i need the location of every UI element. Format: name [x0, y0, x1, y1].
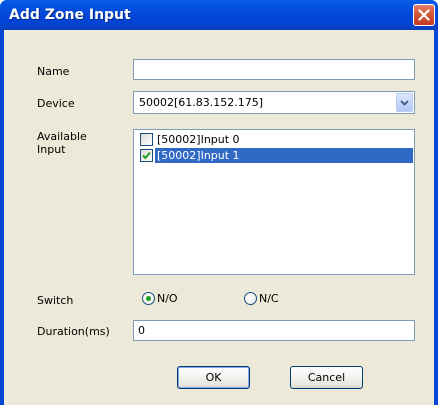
device-dropdown-button[interactable] [396, 93, 413, 112]
device-label: Device [37, 97, 75, 110]
name-input[interactable] [133, 59, 415, 80]
list-item[interactable]: [50002]Input 0 [136, 132, 413, 147]
input-label: [50002]Input 1 [155, 148, 413, 163]
input-checkbox[interactable] [140, 149, 153, 162]
dialog-body: Name Device 50002[61.83.152.175] Availab… [4, 30, 434, 405]
switch-no-radio[interactable] [142, 292, 155, 305]
device-select[interactable]: 50002[61.83.152.175] [133, 91, 415, 114]
device-selected-value: 50002[61.83.152.175] [139, 96, 264, 109]
switch-nc-radio[interactable] [244, 292, 257, 305]
add-zone-input-dialog: Add Zone Input Name Device 50002[61.83.1… [0, 0, 438, 405]
radio-selected-dot [146, 296, 151, 301]
available-input-list[interactable]: [50002]Input 0 [50002]Input 1 [133, 129, 415, 275]
close-icon [418, 9, 430, 21]
duration-input[interactable] [133, 320, 415, 341]
available-input-label-line1: Available [37, 130, 87, 143]
check-icon [142, 151, 151, 160]
title-bar[interactable]: Add Zone Input [0, 0, 438, 30]
cancel-button[interactable]: Cancel [290, 366, 363, 389]
list-item[interactable]: [50002]Input 1 [136, 148, 413, 163]
available-input-label: Available Input [37, 130, 87, 156]
switch-label: Switch [37, 294, 74, 307]
ok-button[interactable]: OK [177, 366, 250, 389]
available-input-label-line2: Input [37, 143, 66, 156]
name-label: Name [37, 65, 70, 78]
switch-nc-label[interactable]: N/C [259, 292, 279, 305]
close-button[interactable] [413, 4, 435, 26]
chevron-down-icon [400, 100, 409, 106]
duration-label: Duration(ms) [37, 325, 110, 338]
switch-no-label[interactable]: N/O [157, 292, 178, 305]
input-label: [50002]Input 0 [157, 133, 240, 146]
input-checkbox[interactable] [140, 133, 153, 146]
dialog-title: Add Zone Input [9, 7, 131, 23]
